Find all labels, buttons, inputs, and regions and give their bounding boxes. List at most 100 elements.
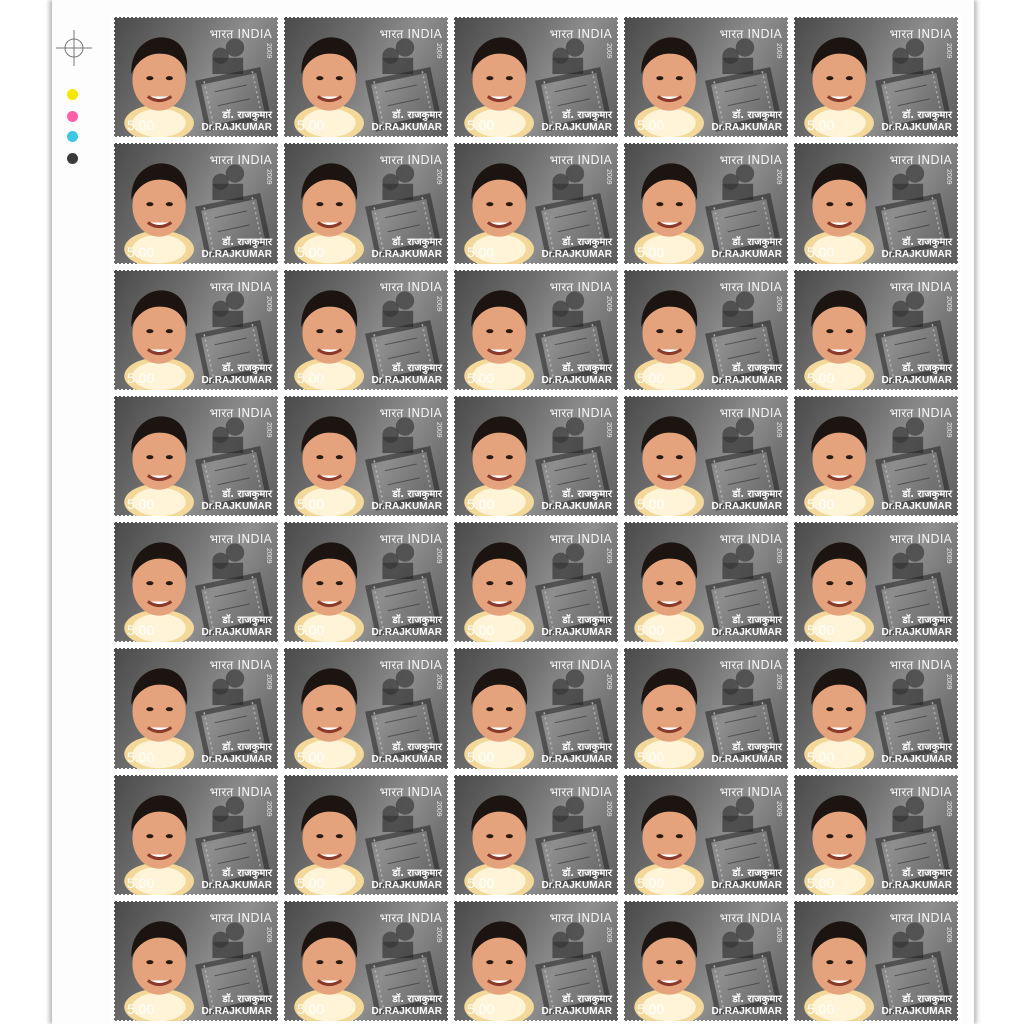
name-english-label: Dr.RAJKUMAR (371, 879, 442, 891)
stamp: भारत INDIA 2009 डॉ. राजकुमार Dr.RAJKUMAR… (623, 15, 789, 139)
name-english-label: Dr.RAJKUMAR (371, 753, 442, 765)
country-label: भारत INDIA (549, 279, 612, 294)
denomination-label: 5.00 (467, 1001, 495, 1017)
country-label: भारत INDIA (719, 910, 782, 925)
denomination-label: 5.00 (127, 1001, 155, 1017)
country-label: भारत INDIA (549, 153, 612, 168)
year-label: 2009 (265, 674, 272, 690)
country-label: भारत INDIA (379, 153, 442, 168)
country-label: भारत INDIA (719, 532, 782, 546)
denomination-label: 5.00 (637, 874, 665, 891)
name-english-label: Dr.RAJKUMAR (711, 122, 782, 134)
stamp: भारत INDIA 2009 डॉ. राजकुमार Dr.RAJKUMAR… (453, 15, 619, 139)
stamp: भारत INDIA 2009 डॉ. राजकुमार Dr.RAJKUMAR… (793, 647, 959, 770)
color-dot (67, 153, 78, 164)
stamp: भारत INDIA 2009 डॉ. राजकुमार Dr.RAJKUMAR… (283, 773, 449, 896)
stamp: भारत INDIA 2009 डॉ. राजकुमार Dr.RAJKUMAR… (113, 142, 279, 265)
denomination-label: 5.00 (127, 243, 155, 260)
name-english-label: Dr.RAJKUMAR (541, 374, 612, 386)
country-label: भारत INDIA (889, 27, 952, 41)
denomination-label: 5.00 (467, 496, 495, 512)
name-english-label: Dr.RAJKUMAR (371, 122, 442, 134)
denomination-label: 5.00 (467, 622, 495, 639)
name-english-label: Dr.RAJKUMAR (201, 374, 272, 386)
stamp: भारत INDIA 2009 डॉ. राजकुमार Dr.RAJKUMAR… (113, 773, 279, 896)
year-label: 2009 (605, 548, 612, 564)
name-english-label: Dr.RAJKUMAR (541, 879, 612, 891)
stamp: भारत INDIA 2009 डॉ. राजकुमार Dr.RAJKUMAR… (113, 647, 279, 770)
stamp: भारत INDIA 2009 डॉ. राजकुमार Dr.RAJKUMAR… (793, 899, 959, 1023)
name-english-label: Dr.RAJKUMAR (201, 879, 272, 891)
year-label: 2009 (435, 800, 442, 817)
name-hindi-label: डॉ. राजकुमार (902, 489, 952, 500)
year-label: 2009 (775, 800, 782, 817)
year-label: 2009 (605, 421, 612, 438)
name-english-label: Dr.RAJKUMAR (711, 374, 782, 386)
name-hindi-label: डॉ. राजकुमार (902, 362, 952, 374)
country-label: भारत INDIA (379, 405, 442, 420)
country-label: भारत INDIA (379, 910, 442, 925)
color-dot (67, 111, 78, 122)
denomination-label: 5.00 (807, 243, 835, 260)
name-hindi-label: डॉ. राजकुमार (562, 110, 612, 122)
denomination-label: 5.00 (127, 496, 155, 512)
country-label: भारत INDIA (549, 784, 612, 799)
denomination-label: 5.00 (127, 369, 155, 386)
denomination-label: 5.00 (297, 117, 325, 134)
denomination-label: 5.00 (807, 1001, 835, 1017)
year-label: 2009 (265, 295, 272, 312)
name-hindi-label: डॉ. राजकुमार (732, 867, 782, 879)
country-label: भारत INDIA (379, 27, 442, 41)
name-hindi-label: डॉ. राजकुमार (902, 236, 952, 248)
name-english-label: Dr.RAJKUMAR (541, 627, 612, 639)
stamp: भारत INDIA 2009 डॉ. राजकुमार Dr.RAJKUMAR… (453, 142, 619, 265)
stamp: भारत INDIA 2009 डॉ. राजकुमार Dr.RAJKUMAR… (623, 647, 789, 770)
year-label: 2009 (265, 43, 272, 59)
stamp: भारत INDIA 2009 डॉ. राजकुमार Dr.RAJKUMAR… (113, 15, 279, 139)
year-label: 2009 (775, 169, 782, 185)
country-label: भारत INDIA (209, 153, 272, 168)
name-hindi-label: डॉ. राजकुमार (222, 489, 272, 500)
color-dot (67, 131, 78, 142)
name-hindi-label: डॉ. राजकुमार (902, 741, 952, 753)
year-label: 2009 (945, 800, 952, 817)
stamp: भारत INDIA 2009 डॉ. राजकुमार Dr.RAJKUMAR… (623, 899, 789, 1023)
name-english-label: Dr.RAJKUMAR (201, 248, 272, 260)
name-hindi-label: डॉ. राजकुमार (562, 615, 612, 627)
denomination-label: 5.00 (467, 748, 495, 765)
country-label: भारत INDIA (549, 658, 612, 673)
stamp-grid: भारत INDIA 2009 डॉ. राजकुमार Dr.RAJKUMAR… (111, 14, 961, 1024)
year-label: 2009 (775, 548, 782, 564)
stamp: भारत INDIA 2009 डॉ. राजकुमार Dr.RAJKUMAR… (793, 142, 959, 265)
stamp: भारत INDIA 2009 डॉ. राजकुमार Dr.RAJKUMAR… (283, 899, 449, 1023)
country-label: भारत INDIA (549, 532, 612, 546)
country-label: भारत INDIA (889, 532, 952, 546)
name-hindi-label: डॉ. राजकुमार (732, 615, 782, 627)
stamp: भारत INDIA 2009 डॉ. राजकुमार Dr.RAJKUMAR… (623, 773, 789, 896)
name-hindi-label: डॉ. राजकुमार (732, 110, 782, 122)
country-label: भारत INDIA (379, 784, 442, 799)
name-english-label: Dr.RAJKUMAR (541, 248, 612, 260)
name-hindi-label: डॉ. राजकुमार (222, 110, 272, 122)
name-hindi-label: डॉ. राजकुमार (392, 110, 442, 122)
denomination-label: 5.00 (807, 496, 835, 512)
year-label: 2009 (265, 548, 272, 564)
year-label: 2009 (605, 43, 612, 59)
denomination-label: 5.00 (467, 117, 495, 134)
year-label: 2009 (945, 421, 952, 438)
year-label: 2009 (945, 926, 952, 943)
stamp: भारत INDIA 2009 डॉ. राजकुमार Dr.RAJKUMAR… (793, 394, 959, 518)
stamp: भारत INDIA 2009 डॉ. राजकुमार Dr.RAJKUMAR… (113, 394, 279, 518)
year-label: 2009 (775, 926, 782, 943)
stamp: भारत INDIA 2009 डॉ. राजकुमार Dr.RAJKUMAR… (453, 520, 619, 644)
name-english-label: Dr.RAJKUMAR (881, 1006, 952, 1017)
year-label: 2009 (775, 674, 782, 690)
denomination-label: 5.00 (467, 874, 495, 891)
stamp: भारत INDIA 2009 डॉ. राजकुमार Dr.RAJKUMAR… (453, 394, 619, 518)
year-label: 2009 (945, 43, 952, 59)
country-label: भारत INDIA (379, 279, 442, 294)
denomination-label: 5.00 (297, 369, 325, 386)
name-hindi-label: डॉ. राजकुमार (562, 741, 612, 753)
stamp: भारत INDIA 2009 डॉ. राजकुमार Dr.RAJKUMAR… (453, 773, 619, 896)
country-label: भारत INDIA (719, 784, 782, 799)
